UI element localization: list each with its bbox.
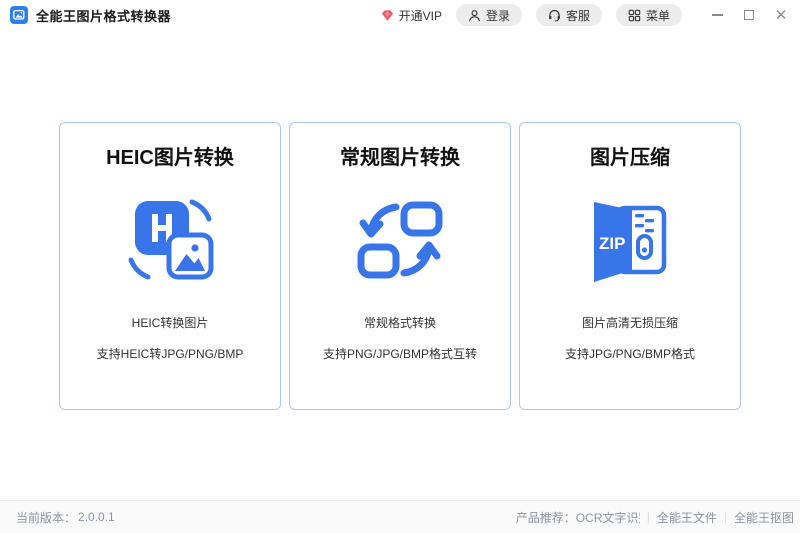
zip-compress-icon: ZIP (594, 202, 667, 282)
maximize-icon (744, 10, 754, 20)
headset-icon (549, 9, 560, 21)
app-title: 全能王图片格式转换器 (36, 8, 172, 24)
version-info: 当前版本： 2.0.0.1 (16, 509, 115, 526)
format-convert-icon (357, 201, 443, 279)
window-controls: ✕ (706, 4, 792, 26)
close-button[interactable]: ✕ (770, 4, 792, 26)
status-bar: 当前版本： 2.0.0.1 产品推荐： OCR文字识别 | 全能王文件 | 全能… (0, 500, 800, 533)
recommend-label: 产品推荐： (515, 510, 576, 525)
title-bar: 全能王图片格式转换器 开通VIP 登录 客服 菜单 ✕ (0, 0, 800, 30)
feature-cards: HEIC图片转换 HEIC转换图片 支持HEIC转JPG/PNG/BMP 常规图… (0, 122, 800, 410)
card-format-convert[interactable]: 常规图片转换 常规格式转换 支持PNG/JPG/BMP格式互转 (289, 122, 511, 410)
login-label: 登录 (485, 8, 510, 23)
product-recommendations: 产品推荐： OCR文字识别 | 全能王文件 | 全能王抠图 (516, 509, 794, 526)
card-heic-convert[interactable]: HEIC图片转换 HEIC转换图片 支持HEIC转JPG/PNG/BMP (59, 122, 281, 410)
menu-button[interactable]: 菜单 (615, 4, 682, 26)
minimize-button[interactable] (706, 4, 728, 26)
app-logo-icon (10, 6, 28, 24)
app-window: 全能王图片格式转换器 开通VIP 登录 客服 菜单 ✕ HEIC图片转换 HEI… (0, 0, 800, 533)
version-value: 2.0.0.1 (78, 510, 115, 524)
open-vip-button[interactable]: 开通VIP (380, 7, 442, 24)
grid-menu-icon (628, 9, 641, 21)
maximize-button[interactable] (738, 4, 760, 26)
main-area: HEIC图片转换 HEIC转换图片 支持HEIC转JPG/PNG/BMP 常规图… (0, 30, 800, 500)
svg-text:ZIP: ZIP (599, 234, 625, 253)
link-file[interactable]: 全能王文件 (657, 509, 717, 526)
menu-label: 菜单 (645, 8, 670, 23)
version-label: 当前版本： (16, 510, 77, 525)
open-vip-label: 开通VIP (398, 8, 442, 23)
card-formats: 支持PNG/JPG/BMP格式互转 (322, 347, 477, 361)
support-label: 客服 (565, 8, 590, 23)
card-description: 图片高清无损压缩 (581, 316, 678, 330)
card-title: 常规图片转换 (340, 147, 460, 169)
link-divider: | (646, 510, 650, 524)
card-title: HEIC图片转换 (106, 147, 234, 169)
card-image-compress[interactable]: 图片压缩 ZIP 图片高清无损压缩 支持JPG/PNG/BMP格式 (519, 122, 741, 410)
app-identity: 全能王图片格式转换器 (10, 6, 171, 25)
link-ocr[interactable]: OCR文字识别 (576, 509, 640, 526)
login-button[interactable]: 登录 (455, 4, 522, 26)
heic-convert-icon (128, 199, 214, 280)
card-formats: 支持JPG/PNG/BMP格式 (564, 347, 695, 361)
titlebar-actions: 开通VIP 登录 客服 菜单 ✕ (380, 4, 792, 26)
close-icon: ✕ (774, 6, 788, 24)
card-description: HEIC转换图片 (131, 316, 209, 330)
diamond-vip-icon (381, 9, 393, 21)
person-icon (469, 9, 480, 21)
link-matting[interactable]: 全能王抠图 (734, 509, 794, 526)
minimize-icon (711, 14, 723, 16)
support-button[interactable]: 客服 (535, 4, 602, 26)
card-title: 图片压缩 (590, 147, 670, 169)
link-divider: | (723, 510, 727, 524)
card-formats: 支持HEIC转JPG/PNG/BMP (96, 347, 244, 361)
card-description: 常规格式转换 (363, 316, 436, 330)
